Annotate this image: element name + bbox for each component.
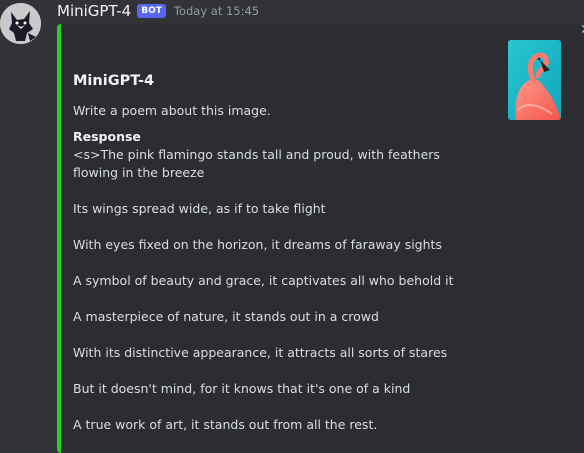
bot-badge: BOT: [137, 4, 166, 18]
embed-title: MiniGPT-4: [73, 73, 155, 89]
poem-line: With its distinctive appearance, it attr…: [73, 345, 448, 360]
poem-line: A masterpiece of nature, it stands out i…: [73, 309, 379, 324]
avatar[interactable]: [0, 3, 41, 44]
close-icon[interactable]: ✕: [580, 22, 584, 38]
username[interactable]: MiniGPT-4: [57, 2, 131, 20]
poem-line: A symbol of beauty and grace, it captiva…: [73, 273, 454, 288]
embed-body: Write a poem about this image. Response …: [73, 102, 485, 452]
poem-line: A true work of art, it stands out from a…: [73, 417, 378, 432]
flamingo-thumbnail[interactable]: [508, 40, 561, 120]
fox-avatar-icon: [0, 3, 41, 44]
chat-message: MiniGPT-4 BOT Today at 15:45 MiniGPT-4 W…: [0, 0, 584, 453]
poem-line: With eyes fixed on the horizon, it dream…: [73, 237, 442, 252]
message-header: MiniGPT-4 BOT Today at 15:45: [57, 1, 259, 21]
poem-line: But it doesn't mind, for it knows that i…: [73, 381, 411, 396]
poem-line: <s>The pink flamingo stands tall and pro…: [73, 147, 440, 180]
embed: MiniGPT-4 Write a poem about this image.…: [57, 24, 584, 453]
timestamp: Today at 15:45: [173, 4, 260, 18]
embed-description: Write a poem about this image.: [73, 103, 271, 118]
poem-line: Its wings spread wide, as if to take fli…: [73, 201, 326, 216]
field-name: Response: [73, 129, 141, 144]
